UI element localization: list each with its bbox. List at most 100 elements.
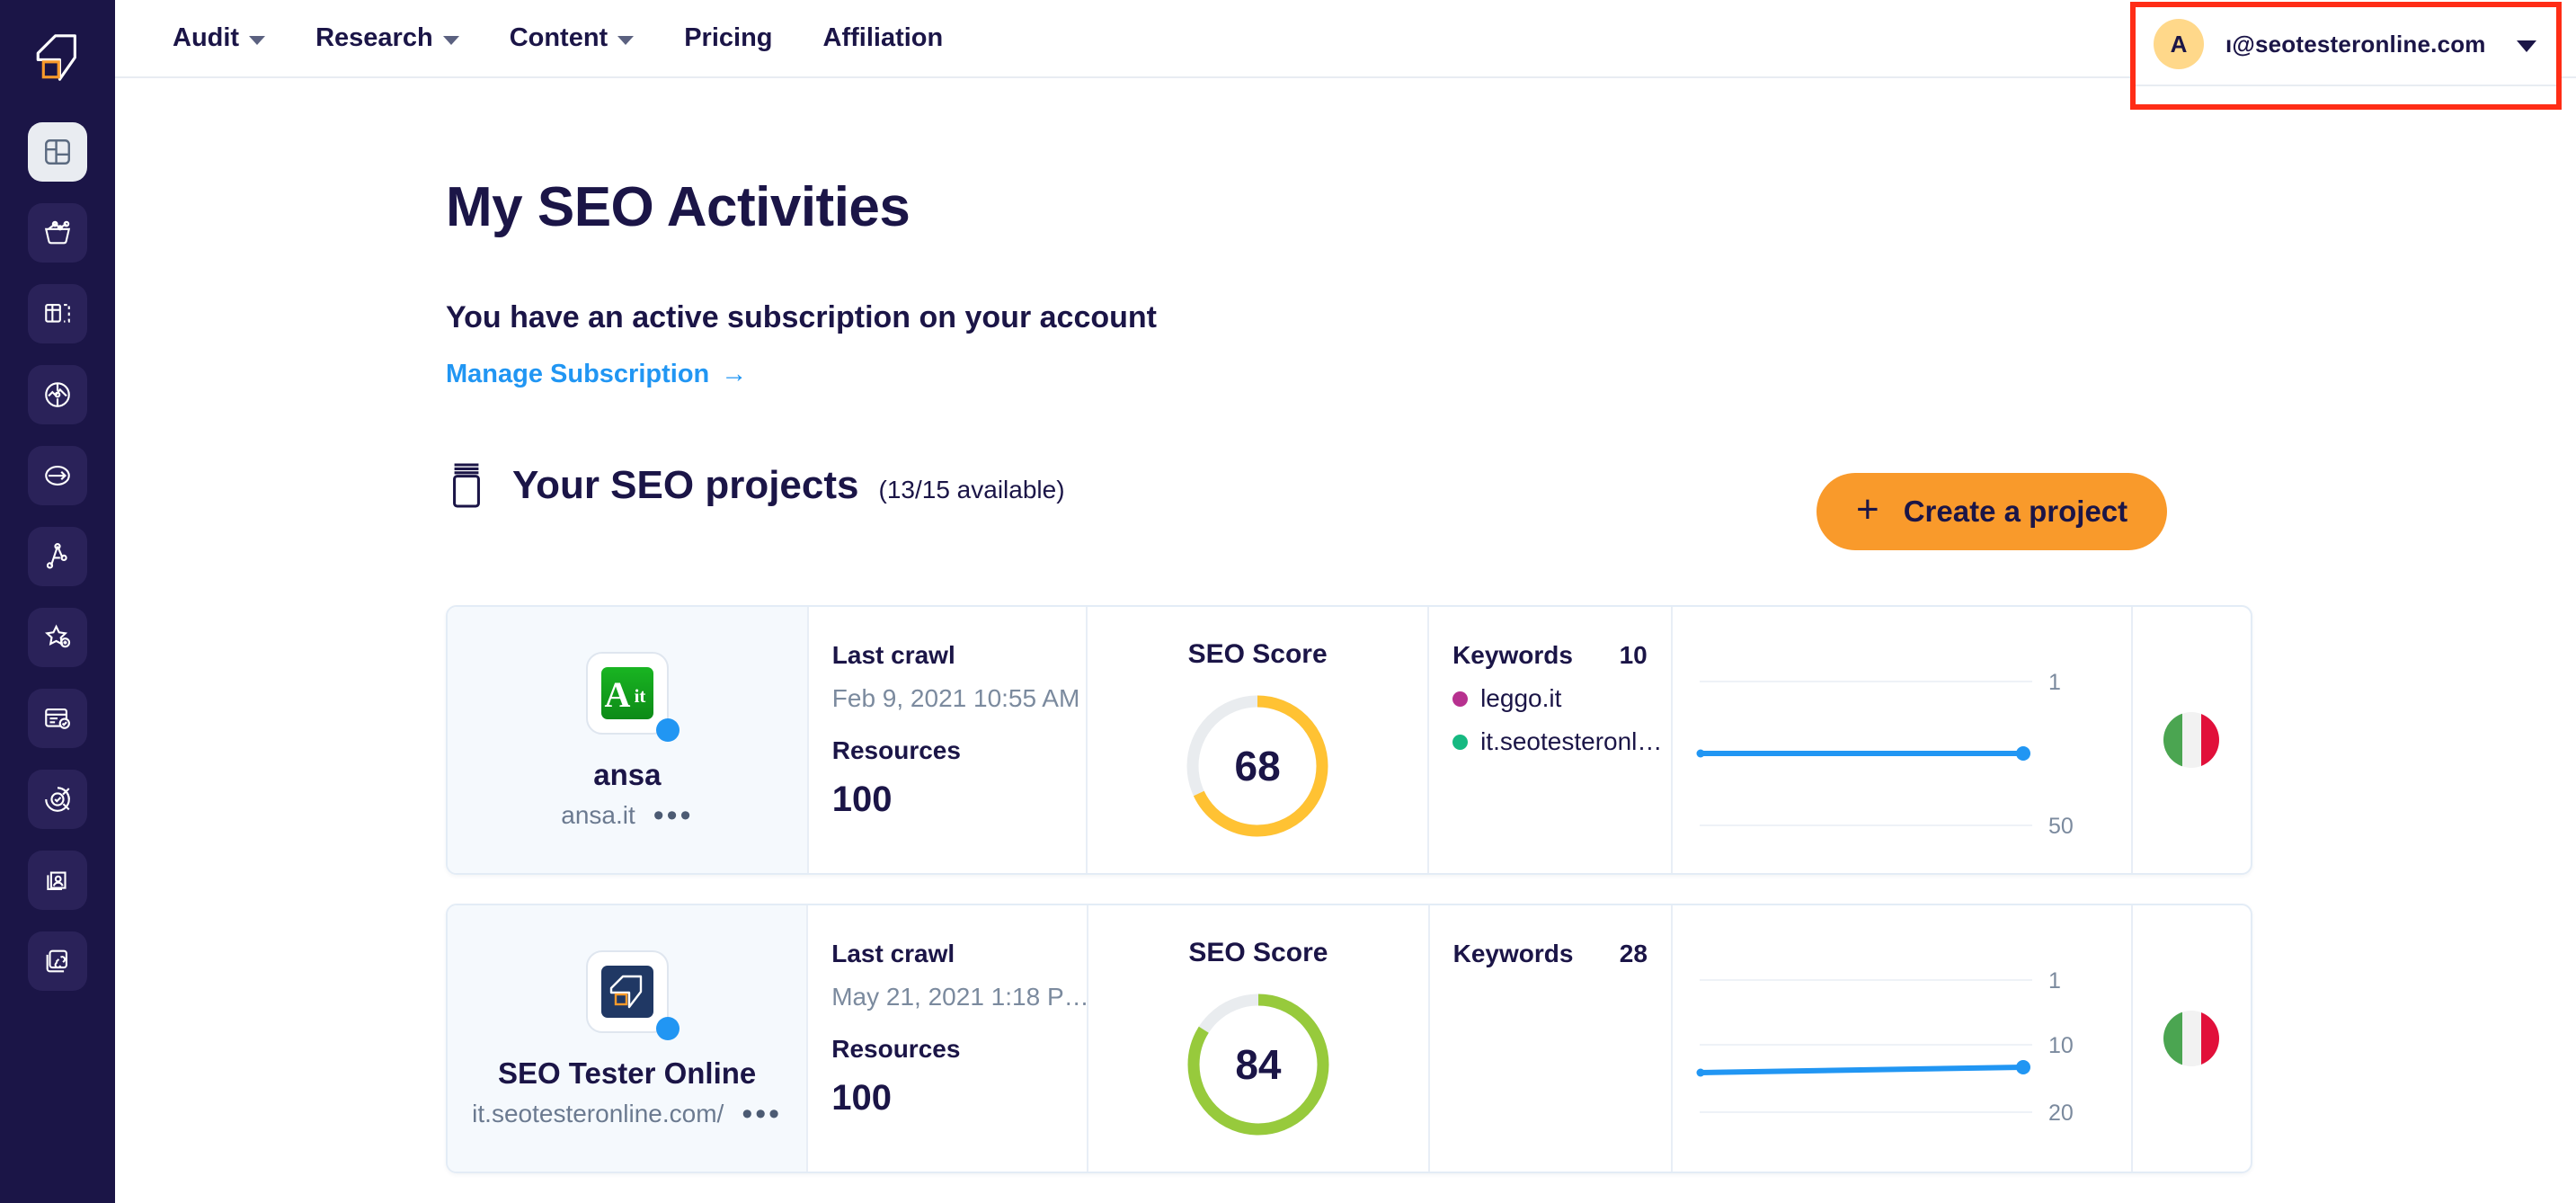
project-identity-cell: A it ansa ansa.it •••: [448, 607, 809, 873]
account-email-label: ı@seotesteronline.com: [2225, 30, 2486, 58]
nav-item-research-label: Research: [315, 23, 433, 52]
keywords-label: Keywords: [1452, 940, 1574, 967]
keyword-label: leggo.it: [1480, 684, 1562, 712]
chevron-down-icon: [442, 35, 459, 45]
nav-items: Audit Research Content Pricing Affiliati…: [147, 0, 968, 77]
project-row[interactable]: SEO Tester Online it.seotesteronline.com…: [446, 904, 2252, 1173]
position-chart-svg: 1 10 20: [1696, 968, 2074, 1126]
nav-item-content[interactable]: Content: [484, 0, 660, 77]
project-url: ansa.it: [561, 801, 635, 829]
nav-item-content-label: Content: [509, 23, 608, 52]
project-row[interactable]: A it ansa ansa.it ••• Last crawl Feb 9, …: [446, 605, 2252, 875]
sidebar-item-dashboard[interactable]: [28, 122, 87, 182]
sidebar-item-lead-generation[interactable]: [28, 689, 87, 748]
chevron-down-icon: [617, 35, 635, 45]
svg-text:20: 20: [2048, 1101, 2074, 1126]
seo-score-label: SEO Score: [1187, 639, 1328, 669]
seotesteronline-logo-icon: [585, 950, 669, 1033]
project-more-options-button[interactable]: •••: [742, 1099, 782, 1129]
plus-icon: +: [1856, 487, 1879, 531]
last-crawl-label: Last crawl: [831, 940, 955, 967]
manage-subscription-label: Manage Subscription: [446, 360, 710, 388]
ansa-it-logo-icon: A it: [585, 652, 669, 735]
subscription-status-text: You have an active subscription on your …: [446, 300, 1157, 334]
divider: [2136, 85, 2556, 86]
nav-item-research[interactable]: Research: [290, 0, 484, 77]
create-project-label: Create a project: [1903, 495, 2128, 528]
chevron-down-icon: [249, 35, 266, 45]
keyword-list-item: leggo.it: [1452, 684, 1671, 713]
resources-label: Resources: [831, 1035, 961, 1063]
redirect-globe-icon: [42, 460, 73, 491]
position-chart-svg: 1 50: [1696, 670, 2074, 839]
project-logo-wrap: [585, 950, 680, 1040]
project-url: it.seotesteronline.com/: [472, 1100, 724, 1127]
project-name: SEO Tester Online: [497, 1056, 757, 1090]
seo-editor-disc-icon: [42, 379, 73, 410]
nav-item-affiliation-label: Affiliation: [822, 23, 944, 52]
project-url-row: it.seotesteronline.com/ •••: [472, 1099, 782, 1129]
projects-availability-count: (13/15 available): [878, 475, 1065, 503]
projects-box-icon: [446, 461, 487, 510]
project-url-row: ansa.it •••: [561, 800, 694, 831]
projects-section-header: Your SEO projects (13/15 available): [446, 461, 2576, 510]
project-score-cell: SEO Score 84: [1088, 905, 1430, 1172]
app-root: Audit Research Content Pricing Affiliati…: [0, 0, 2576, 1203]
project-more-options-button[interactable]: •••: [653, 800, 694, 831]
seo-score-label: SEO Score: [1188, 938, 1328, 967]
project-keywords-cell: Keywords 10 leggo.it it.seotesteronl…: [1429, 607, 1673, 873]
rank-tracker-graph-icon: [42, 541, 73, 572]
arrow-right-icon: →: [721, 360, 748, 388]
last-crawl-value: Feb 9, 2021 10:55 AM: [831, 684, 1080, 712]
project-keywords-cell: Keywords 28: [1430, 905, 1673, 1172]
resources-value: 100: [831, 1078, 892, 1118]
project-position-chart: 1 50: [1673, 607, 2133, 873]
backlinks-profile-icon: [42, 865, 73, 896]
chevron-down-icon: [2516, 40, 2536, 52]
favorite-star-plus-icon: [42, 622, 73, 653]
keyword-label: it.seotesteronl…: [1480, 727, 1663, 755]
project-logo-wrap: A it: [585, 652, 680, 742]
svg-text:it: it: [634, 685, 645, 707]
account-menu-button[interactable]: A ı@seotesteronline.com: [2136, 7, 2556, 81]
svg-text:50: 50: [2048, 814, 2074, 839]
sidebar-item-redirect[interactable]: [28, 446, 87, 505]
seo-checker-basket-icon: [42, 218, 73, 248]
projects-section-title: Your SEO projects: [512, 463, 859, 507]
create-project-button[interactable]: + Create a project: [1817, 473, 2168, 550]
keywords-count: 10: [1619, 641, 1648, 669]
dashboard-grid-icon: [42, 137, 73, 167]
sidebar-item-link-manager[interactable]: [28, 931, 87, 991]
keywords-label: Keywords: [1452, 641, 1573, 669]
svg-text:1: 1: [2048, 670, 2061, 695]
sidebar-items: [28, 122, 87, 991]
sidebar-item-rank-tracker[interactable]: [28, 527, 87, 586]
sidebar-item-keyword-explorer[interactable]: [28, 770, 87, 829]
sidebar-item-seo-checker[interactable]: [28, 203, 87, 263]
nav-item-audit[interactable]: Audit: [147, 0, 290, 77]
project-score-cell: SEO Score 68: [1088, 607, 1430, 873]
sidebar-item-favorite[interactable]: [28, 608, 87, 667]
nav-item-affiliation[interactable]: Affiliation: [798, 0, 969, 77]
projects-list: A it ansa ansa.it ••• Last crawl Feb 9, …: [446, 605, 2252, 1202]
sidebar-item-copy-pages[interactable]: [28, 284, 87, 343]
account-menu-highlight: A ı@seotesteronline.com: [2130, 2, 2562, 110]
brand-logo-icon[interactable]: [0, 0, 115, 115]
manage-subscription-link[interactable]: Manage Subscription →: [446, 360, 747, 389]
project-position-chart: 1 10 20: [1673, 905, 2133, 1172]
sidebar-item-seo-editor[interactable]: [28, 365, 87, 424]
last-crawl-value: May 21, 2021 1:18 P…: [831, 983, 1089, 1011]
keywords-header: Keywords 28: [1453, 940, 1671, 968]
last-crawl-label: Last crawl: [831, 641, 955, 669]
seo-score-value: 68: [1234, 743, 1281, 789]
project-status-dot: [655, 1017, 680, 1040]
sidebar-item-backlinks[interactable]: [28, 851, 87, 910]
project-status-dot: [655, 718, 680, 742]
seo-score-donut: 84: [1182, 988, 1335, 1141]
avatar: A: [2154, 19, 2204, 69]
left-sidebar: [0, 0, 115, 1203]
nav-item-pricing[interactable]: Pricing: [659, 0, 797, 77]
seo-score-donut: 68: [1181, 690, 1334, 842]
project-name: ansa: [593, 758, 662, 791]
svg-text:1: 1: [2048, 968, 2061, 994]
